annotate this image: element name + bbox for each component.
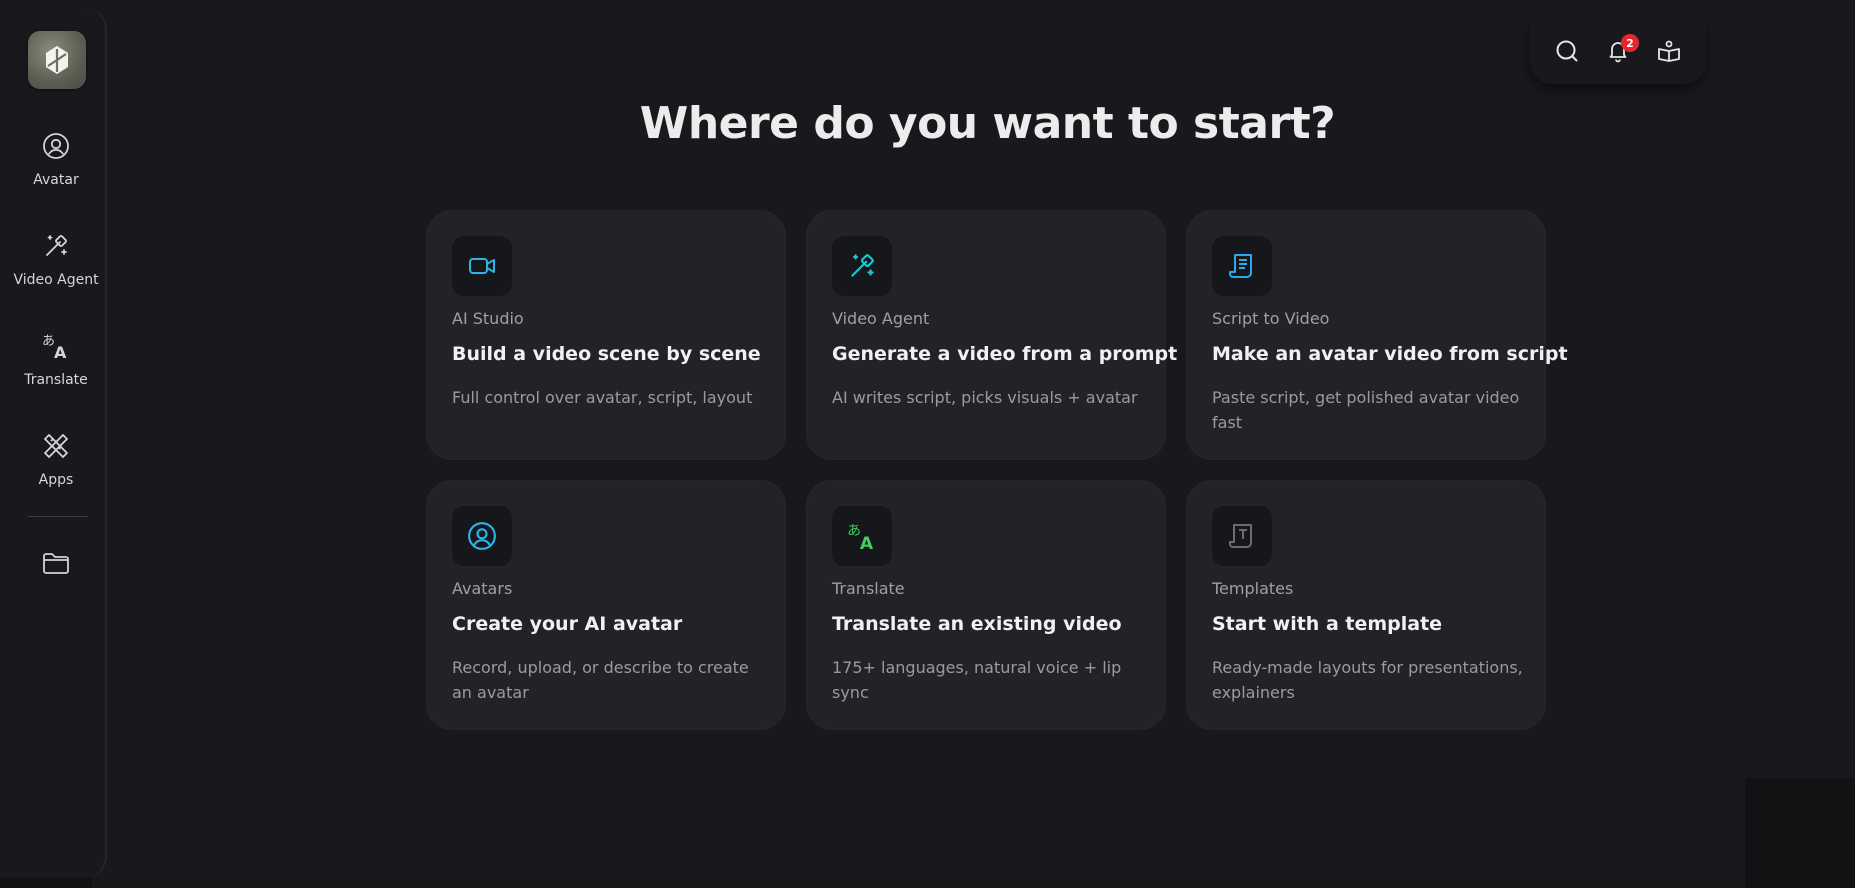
card-description: Paste script, get polished avatar video … [1212,388,1520,432]
card-description: Ready-made layouts for presentations, ex… [1212,658,1523,702]
card-templates[interactable]: Templates Start with a template Ready-ma… [1186,480,1546,730]
sidebar-divider [28,516,88,517]
notifications-button[interactable]: 2 [1601,34,1639,70]
card-description: Record, upload, or describe to create an… [452,658,749,702]
app-root: Avatar Video Agent あ A Translate Apps 2 … [0,0,1855,888]
card-kicker: Avatars [452,579,513,598]
notification-count-badge: 2 [1620,34,1639,52]
card-avatars[interactable]: Avatars Create your AI avatar Record, up… [426,480,786,730]
card-title: Make an avatar video from script [1212,343,1568,365]
card-description: Full control over avatar, script, layout [452,388,753,407]
card-title: Start with a template [1212,613,1443,635]
apps-tools-icon [41,431,71,461]
template-icon [1212,506,1272,566]
sidebar-item-apps[interactable]: Apps [0,431,112,488]
page-title: Where do you want to start? [639,98,1336,149]
svg-text:A: A [54,343,67,361]
card-title: Build a video scene by scene [452,343,761,365]
script-document-icon [1212,236,1272,296]
top-toolbar: 2 [1530,22,1706,84]
sidebar-item-video-agent[interactable]: Video Agent [0,231,112,288]
sidebar-item-label: Translate [24,372,88,388]
user-circle-icon [452,506,512,566]
card-description: AI writes script, picks visuals + avatar [832,388,1138,407]
card-kicker: Templates [1212,579,1294,598]
svg-text:あ: あ [847,523,861,539]
sidebar-item-label: Apps [38,472,74,488]
video-camera-icon [452,236,512,296]
logo-mark-icon[interactable] [28,31,86,89]
card-kicker: Video Agent [832,309,930,328]
card-kicker: Translate [832,579,905,598]
translate-icon: あ A [41,331,71,361]
sidebar-item-label: Avatar [33,172,79,188]
search-icon [1555,39,1579,67]
card-ai-studio[interactable]: AI Studio Build a video scene by scene F… [426,210,786,460]
card-kicker: AI Studio [452,309,524,328]
sidebar-item-label: Video Agent [13,272,99,288]
sidebar-item-folder[interactable] [0,548,112,578]
svg-text:A: A [860,534,874,552]
sidebar-item-translate[interactable]: あ A Translate [0,331,112,388]
translate-icon: あ A [832,506,892,566]
open-book-icon [1657,39,1681,67]
card-translate[interactable]: あ A Translate Translate an existing vide… [806,480,1166,730]
folder-icon [41,548,71,578]
card-script-to-video[interactable]: Script to Video Make an avatar video fro… [1186,210,1568,460]
card-title: Translate an existing video [832,613,1122,635]
search-button[interactable] [1550,36,1584,70]
magic-wand-icon [832,236,892,296]
magic-wand-icon [41,231,71,261]
card-title: Create your AI avatar [452,613,683,635]
card-kicker: Script to Video [1212,309,1330,328]
card-title: Generate a video from a prompt [832,343,1178,365]
card-description: 175+ languages, natural voice + lip sync [832,658,1122,702]
corner-shadow-area [1745,778,1855,888]
card-video-agent[interactable]: Video Agent Generate a video from a prom… [806,210,1177,460]
guide-button[interactable] [1652,36,1686,70]
